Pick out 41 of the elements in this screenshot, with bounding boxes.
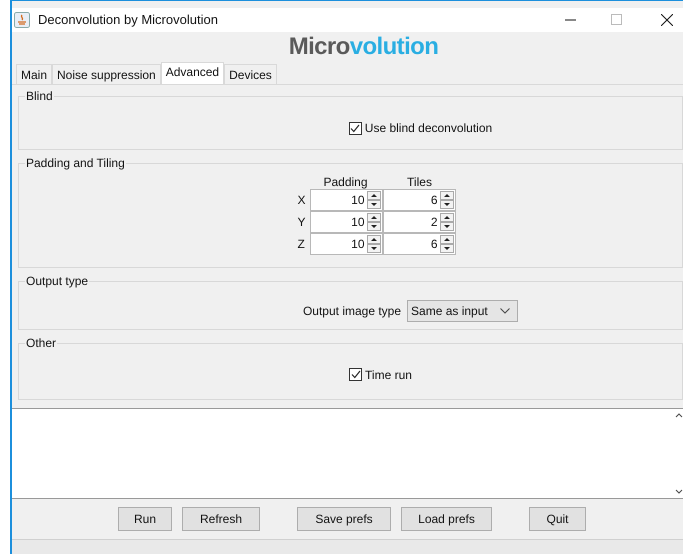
- spinner-field[interactable]: 10: [310, 233, 382, 256]
- scrollbar-icon[interactable]: [675, 409, 683, 498]
- app-icon: [14, 12, 30, 28]
- action-button[interactable]: Save prefs: [297, 507, 391, 531]
- checkbox-label: Use blind deconvolution: [364, 120, 492, 137]
- axis-label: Y: [298, 214, 307, 232]
- field-label: Output image type: [302, 302, 402, 320]
- action-button[interactable]: Quit: [529, 507, 586, 531]
- checkmark-icon: [350, 370, 361, 380]
- group-title: Padding and Tiling: [25, 155, 126, 172]
- chevron-down-icon: [500, 308, 510, 314]
- axis-label: Z: [298, 236, 306, 254]
- spinner-arrows-icon[interactable]: [366, 235, 380, 254]
- output-type-dropdown[interactable]: Same as input: [407, 300, 518, 322]
- spinner-field[interactable]: 10: [310, 189, 382, 212]
- spinner-field[interactable]: 2: [382, 211, 456, 234]
- tab[interactable]: Main: [16, 64, 52, 84]
- spinner-field[interactable]: 10: [310, 211, 382, 234]
- spinner-arrows-icon[interactable]: [366, 191, 380, 210]
- action-button[interactable]: Refresh: [182, 507, 260, 531]
- tab[interactable]: Devices: [224, 64, 277, 84]
- column-header: Padding: [322, 175, 369, 190]
- spinner-arrows-icon[interactable]: [366, 213, 380, 232]
- action-button[interactable]: Run: [118, 507, 172, 531]
- spinner-field[interactable]: 6: [382, 189, 456, 212]
- axis-label: X: [298, 192, 307, 210]
- spinner-arrows-icon[interactable]: [440, 213, 454, 232]
- logo: Microvolution: [288, 35, 438, 59]
- spinner-arrows-icon[interactable]: [440, 191, 454, 210]
- checkbox[interactable]: [349, 368, 362, 382]
- checkmark-icon: [350, 124, 360, 132]
- spinner-field[interactable]: 6: [382, 233, 456, 256]
- action-button[interactable]: Load prefs: [401, 507, 492, 531]
- column-header: Tiles: [406, 175, 433, 190]
- close-icon[interactable]: [661, 14, 673, 26]
- window-title: Deconvolution by Microvolution: [38, 11, 218, 30]
- spinner-arrows-icon[interactable]: [440, 235, 454, 254]
- tab[interactable]: Noise suppression: [52, 64, 161, 84]
- checkbox-label: Time run: [365, 366, 412, 384]
- checkbox[interactable]: [348, 122, 362, 134]
- tab[interactable]: Advanced: [160, 62, 224, 84]
